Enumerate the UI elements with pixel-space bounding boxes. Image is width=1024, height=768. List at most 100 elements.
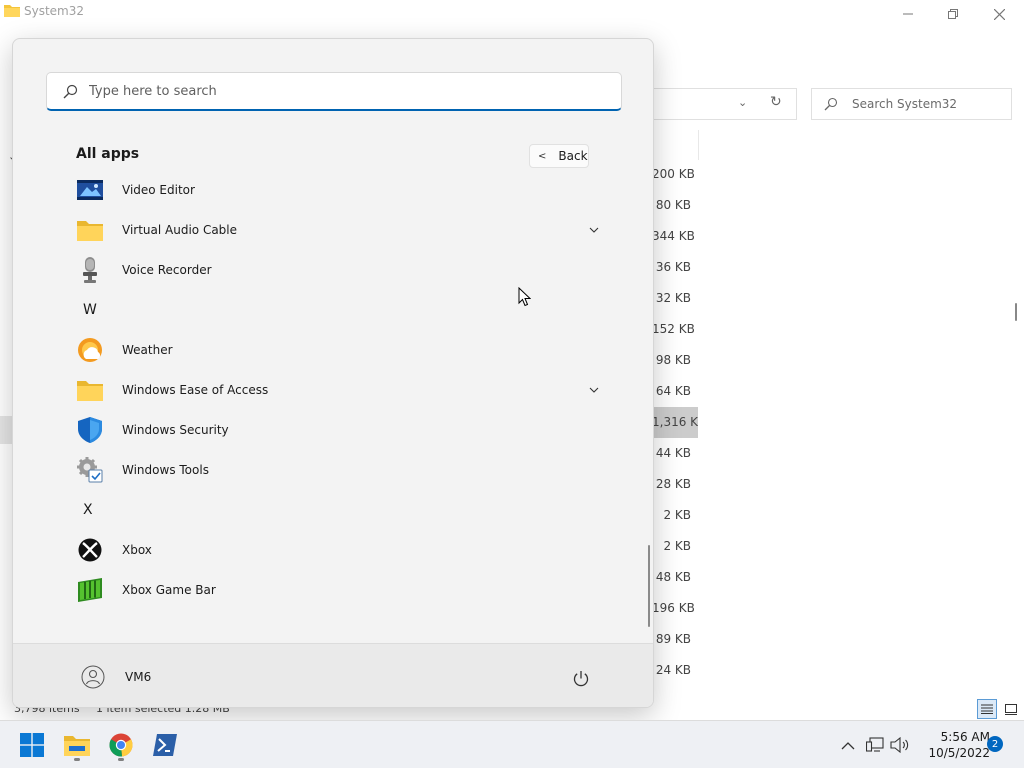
folder-icon [64, 736, 90, 756]
chevron-down-icon[interactable] [587, 383, 601, 397]
network-button[interactable] [864, 734, 886, 756]
chevron-down-icon[interactable] [587, 223, 601, 237]
user-account-button[interactable]: VM6 [75, 660, 157, 694]
chevron-up-icon [841, 741, 855, 749]
power-icon [573, 671, 589, 687]
address-bar[interactable]: ⌄ ↻ [652, 88, 797, 120]
app-virtual-audio-cable[interactable]: Virtual Audio Cable [69, 212, 601, 248]
shield-icon [77, 417, 103, 443]
file-size-cell[interactable]: 98 KB [652, 345, 698, 376]
taskbar-file-explorer[interactable] [59, 727, 95, 763]
explorer-search-placeholder: Search System32 [852, 97, 958, 111]
chrome-icon [109, 733, 133, 757]
file-size-cell[interactable]: 32 KB [652, 283, 698, 314]
clock-date: 10/5/2022 [928, 746, 990, 760]
app-label: Xbox [122, 543, 152, 557]
close-button[interactable] [986, 4, 1012, 24]
notification-badge[interactable]: 2 [987, 736, 1003, 752]
running-indicator [118, 758, 124, 761]
file-size-column: 200 KB 80 KB 344 KB 36 KB 32 KB 152 KB 98 KB 64… [652, 159, 698, 686]
file-list-area [699, 130, 1007, 690]
file-size-cell[interactable]: 36 KB [652, 252, 698, 283]
app-label: Voice Recorder [122, 263, 212, 277]
nav-selected-item[interactable] [0, 416, 12, 444]
show-hidden-icons-button[interactable] [837, 734, 859, 756]
file-size-cell[interactable]: 80 KB [652, 190, 698, 221]
file-size-cell[interactable]: 24 KB [652, 655, 698, 686]
details-view-icon [981, 704, 993, 714]
minimize-icon [903, 13, 913, 15]
app-voice-recorder[interactable]: Voice Recorder [69, 252, 601, 288]
taskbar: 5:56 AM 10/5/2022 [0, 720, 1024, 768]
restore-button[interactable] [940, 4, 966, 24]
app-label: Windows Tools [122, 463, 209, 477]
tiles-view-icon [1005, 703, 1017, 715]
file-size-cell[interactable]: 2 KB [652, 531, 698, 562]
app-weather[interactable]: Weather [69, 332, 601, 368]
start-menu: All apps < Back Video Editor [12, 38, 654, 708]
folder-icon [4, 5, 20, 17]
all-apps-title: All apps [76, 146, 140, 162]
folder-icon [77, 217, 103, 243]
file-size-cell[interactable]: 1,316 KB [652, 407, 698, 438]
file-list-scrollbar[interactable] [1015, 303, 1017, 321]
back-button-label: Back [558, 149, 588, 163]
details-view-button[interactable] [977, 699, 997, 719]
file-size-cell[interactable]: 44 KB [652, 438, 698, 469]
app-windows-tools[interactable]: Windows Tools [69, 452, 601, 488]
app-label: Xbox Game Bar [122, 583, 216, 597]
file-size-cell[interactable]: 200 KB [652, 159, 698, 190]
letter-header-w[interactable]: W [69, 292, 129, 328]
file-size-cell[interactable]: 89 KB [652, 624, 698, 655]
tiles-view-button[interactable] [1001, 699, 1021, 719]
taskbar-powershell[interactable] [147, 727, 183, 763]
start-search-input[interactable] [89, 73, 609, 109]
app-video-editor[interactable]: Video Editor [69, 172, 601, 208]
file-size-cell[interactable]: 344 KB [652, 221, 698, 252]
microphone-icon [77, 257, 103, 283]
app-xbox-game-bar[interactable]: Xbox Game Bar [69, 572, 601, 608]
start-button[interactable] [14, 727, 50, 763]
taskbar-chrome[interactable] [103, 727, 139, 763]
file-size-cell[interactable]: 196 KB [652, 593, 698, 624]
power-button[interactable] [567, 665, 595, 693]
folder-icon [77, 377, 103, 403]
file-size-cell[interactable]: 2 KB [652, 500, 698, 531]
letter-header-x[interactable]: X [69, 492, 129, 528]
restore-icon [948, 9, 958, 19]
apps-list-scrollbar[interactable] [648, 545, 650, 627]
file-size-cell[interactable]: 64 KB [652, 376, 698, 407]
network-icon [866, 737, 884, 752]
xbox-icon [77, 537, 103, 563]
taskbar-clock[interactable]: 5:56 AM 10/5/2022 [910, 729, 990, 761]
back-button[interactable]: < Back [529, 144, 589, 168]
running-indicator [74, 758, 80, 761]
close-icon [993, 8, 1005, 20]
weather-icon [77, 337, 103, 363]
user-name: VM6 [125, 670, 152, 684]
explorer-search-box[interactable]: Search System32 [811, 88, 1012, 120]
app-windows-ease-of-access[interactable]: Windows Ease of Access [69, 372, 601, 408]
app-xbox[interactable]: Xbox [69, 532, 601, 568]
windows-logo-icon [20, 733, 44, 757]
title-bar: System32 [0, 0, 1024, 30]
search-icon [824, 97, 838, 111]
minimize-button[interactable] [895, 4, 921, 24]
mouse-cursor-icon [518, 287, 531, 307]
app-label: Weather [122, 343, 173, 357]
app-label: Windows Ease of Access [122, 383, 269, 397]
app-label: Video Editor [122, 183, 195, 197]
volume-button[interactable] [889, 734, 911, 756]
powershell-icon [153, 734, 177, 756]
refresh-icon[interactable]: ↻ [770, 94, 782, 110]
file-size-cell[interactable]: 152 KB [652, 314, 698, 345]
file-size-cell[interactable]: 28 KB [652, 469, 698, 500]
file-size-cell[interactable]: 48 KB [652, 562, 698, 593]
chevron-down-icon[interactable]: ⌄ [738, 96, 747, 109]
app-windows-security[interactable]: Windows Security [69, 412, 601, 448]
volume-icon [890, 737, 909, 753]
window-title: System32 [24, 4, 85, 18]
start-search-box[interactable] [46, 72, 622, 111]
user-avatar-icon [81, 665, 105, 689]
start-footer: VM6 [13, 643, 653, 707]
